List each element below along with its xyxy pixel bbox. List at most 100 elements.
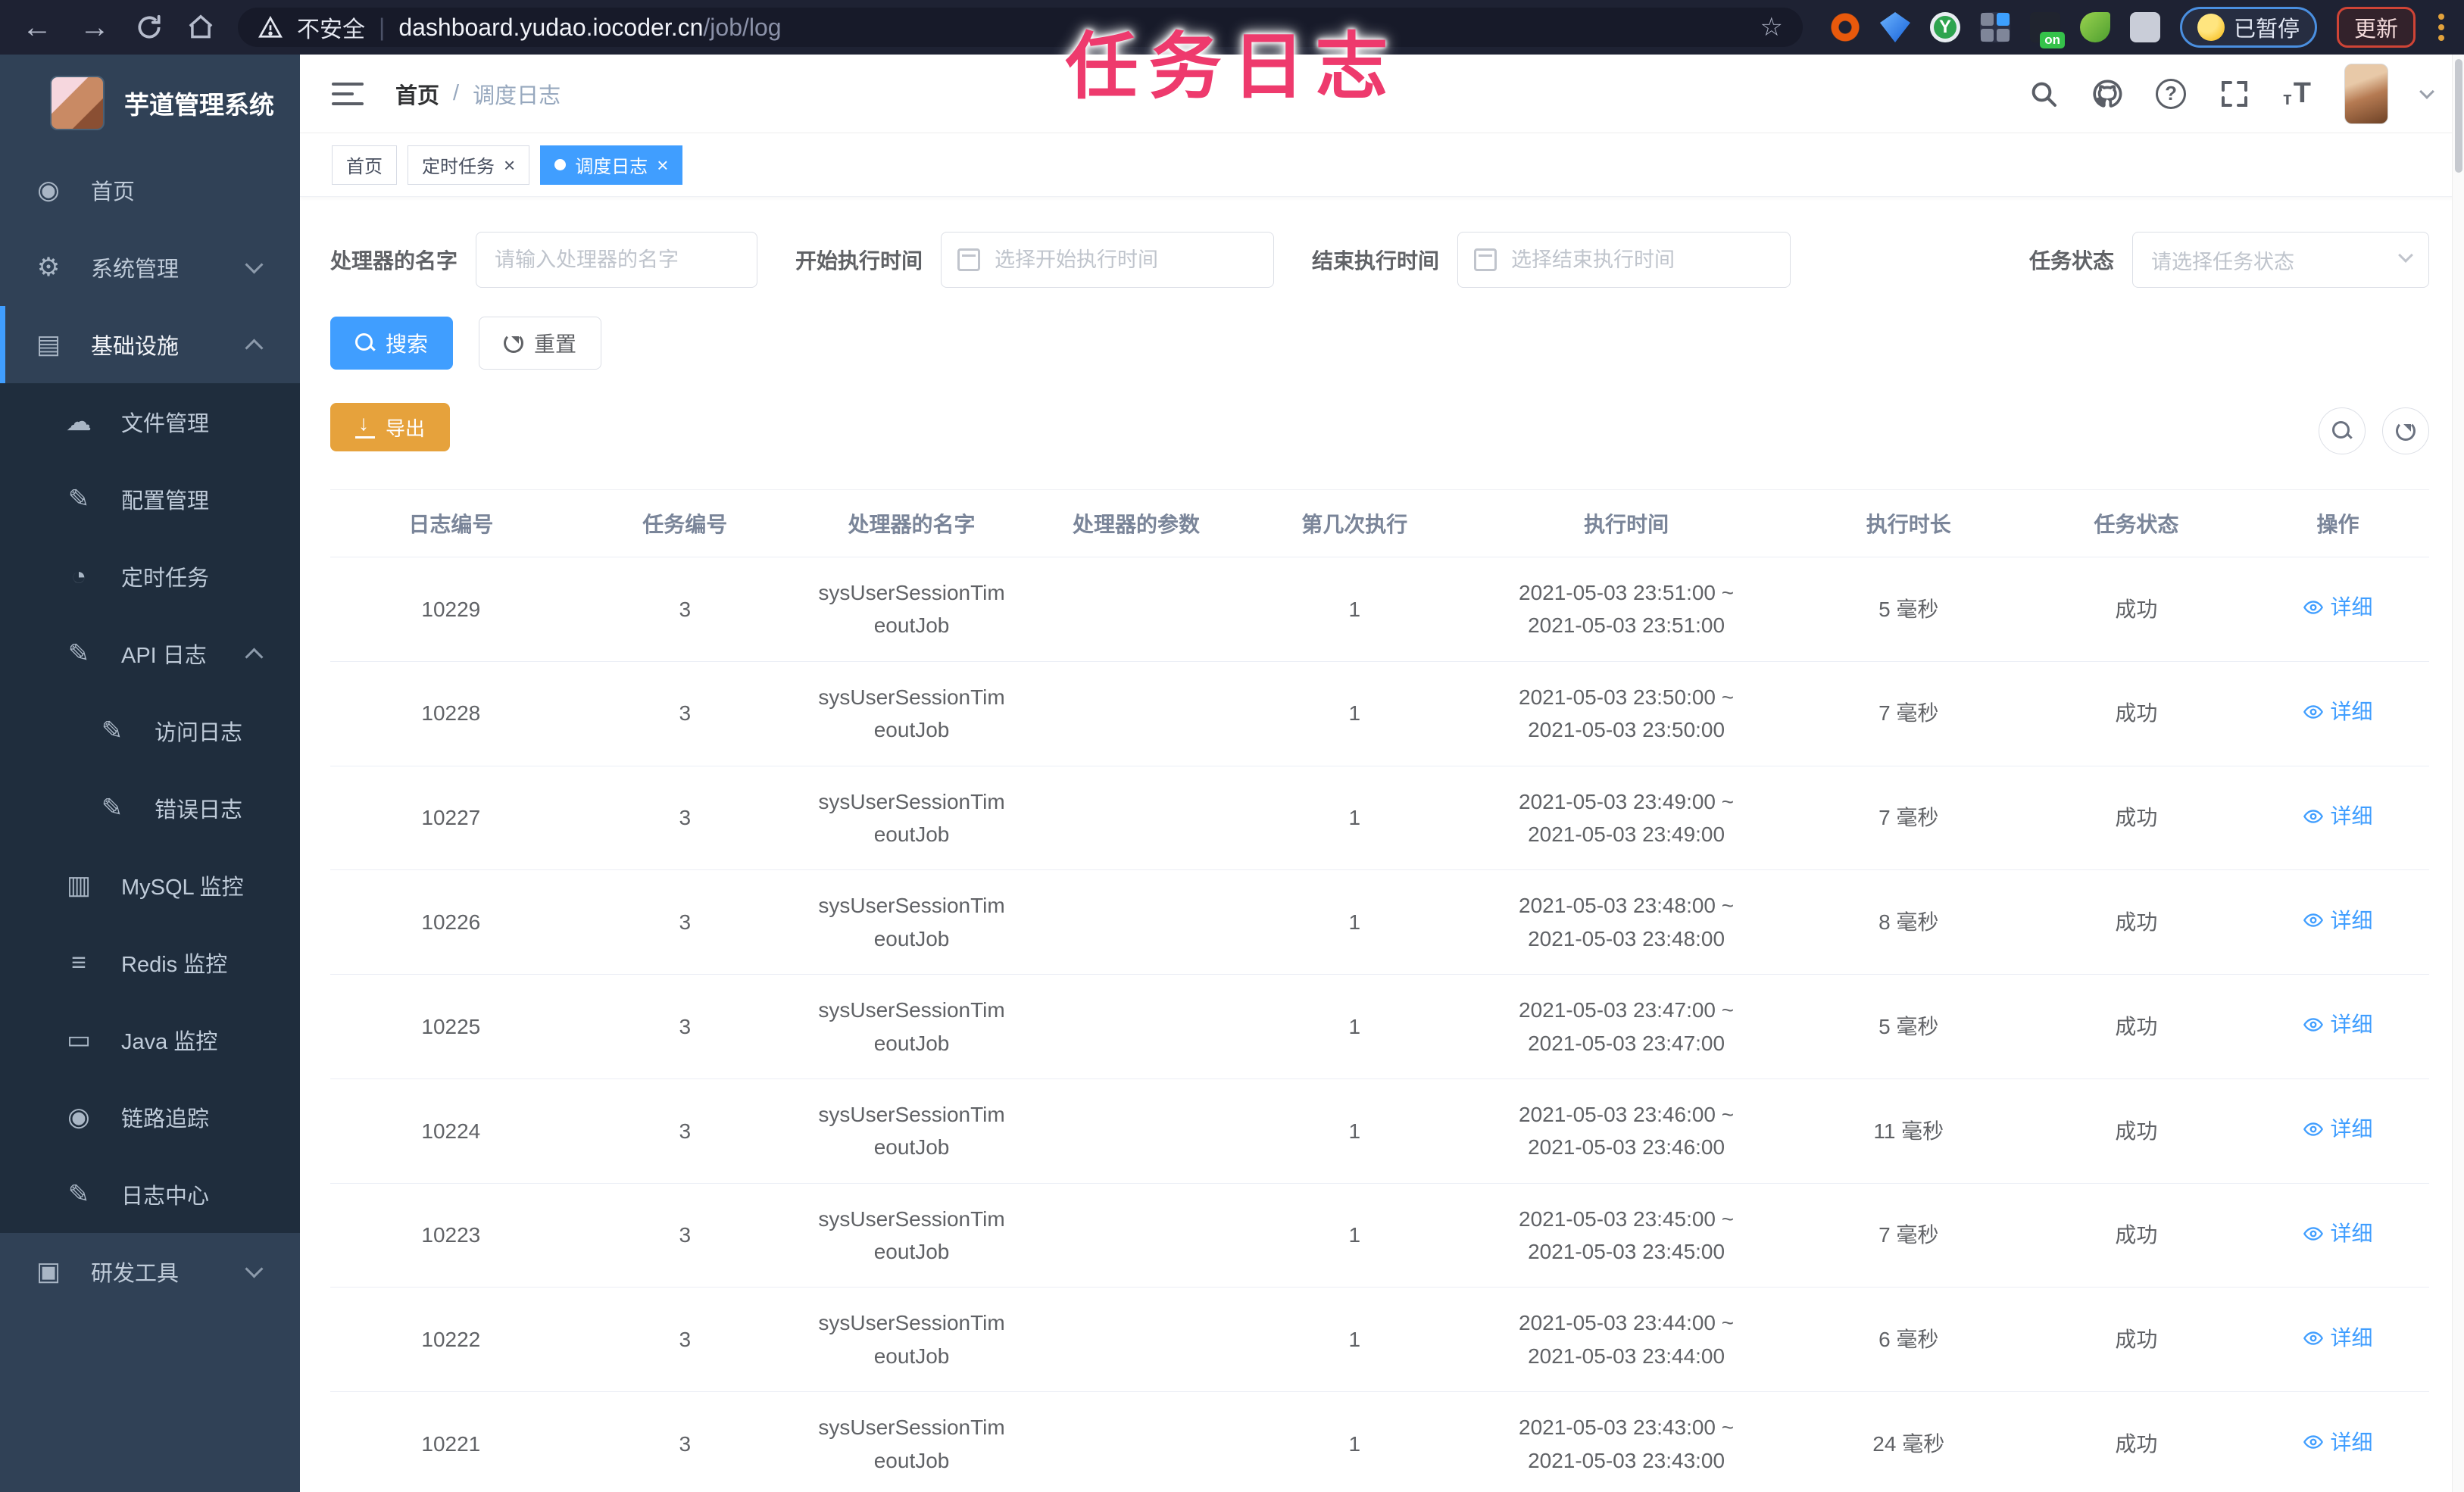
- close-icon[interactable]: ×: [504, 155, 515, 175]
- col-handler-name: 处理器的名字: [798, 489, 1026, 557]
- detail-link[interactable]: 详细: [2303, 1113, 2372, 1145]
- sidebar-item-home[interactable]: ◉ 首页: [0, 151, 300, 229]
- breadcrumb-home[interactable]: 首页: [395, 78, 439, 110]
- cell-log-id: 10223: [330, 1183, 572, 1288]
- bookmark-star-icon[interactable]: ☆: [1760, 12, 1782, 42]
- browser-back-icon[interactable]: ←: [20, 11, 55, 45]
- browser-forward-icon[interactable]: →: [77, 11, 112, 45]
- tag-home[interactable]: 首页: [332, 145, 397, 185]
- handler-name-label: 处理器的名字: [330, 249, 458, 273]
- font-size-icon[interactable]: тT: [2283, 77, 2311, 110]
- browser-reload-icon[interactable]: [135, 13, 164, 42]
- handler-line1: sysUserSessionTim: [818, 998, 1005, 1022]
- browser-update-button[interactable]: 更新: [2336, 7, 2416, 48]
- scrollbar-thumb[interactable]: [2455, 59, 2462, 173]
- sidebar-item-access-logs[interactable]: ✎ 访问日志: [0, 692, 300, 769]
- detail-link[interactable]: 详细: [2303, 695, 2372, 728]
- extension-gem-icon[interactable]: [1879, 12, 1910, 42]
- detail-link[interactable]: 详细: [2303, 800, 2372, 832]
- task-status-select[interactable]: 请选择任务状态: [2132, 232, 2429, 288]
- time-start: 2021-05-03 23:44:00 ~: [1519, 1311, 1735, 1335]
- cell-actions: 详细: [2246, 1183, 2429, 1288]
- time-end: 2021-05-03 23:51:00: [1528, 613, 1725, 638]
- cell-handler-name: sysUserSessionTim eoutJob: [798, 1391, 1026, 1492]
- refresh-table-button[interactable]: [2382, 407, 2429, 454]
- url-text[interactable]: dashboard.yudao.iocoder.cn/job/log: [398, 14, 781, 42]
- search-button[interactable]: 搜索: [330, 317, 454, 370]
- app-logo-row[interactable]: 芋道管理系统: [0, 55, 300, 151]
- cell-task-status: 成功: [2025, 661, 2247, 766]
- sidebar-item-config-management[interactable]: ✎ 配置管理: [0, 460, 300, 538]
- on-badge: on: [2040, 32, 2065, 48]
- handler-name-input[interactable]: [476, 232, 758, 288]
- start-time-input[interactable]: [941, 232, 1275, 288]
- page-scrollbar[interactable]: [2452, 55, 2464, 1492]
- browser-home-icon[interactable]: [186, 13, 215, 42]
- address-bar[interactable]: 不安全 | dashboard.yudao.iocoder.cn/job/log…: [238, 8, 1803, 47]
- toolbox-icon: ▣: [36, 1257, 61, 1286]
- col-log-id: 日志编号: [330, 489, 572, 557]
- user-avatar[interactable]: [2344, 63, 2388, 124]
- sidebar-item-api-logs[interactable]: ✎ API 日志: [0, 615, 300, 692]
- filter-end-time: 结束执行时间: [1312, 232, 1791, 288]
- extension-green-icon[interactable]: Y: [1929, 12, 1960, 42]
- end-time-input[interactable]: [1457, 232, 1791, 288]
- extension-switch-icon[interactable]: on: [2029, 12, 2065, 48]
- log-icon: ✎: [67, 639, 90, 668]
- toggle-search-button[interactable]: [2319, 407, 2366, 454]
- sidebar-item-system-management[interactable]: ⚙ 系统管理: [0, 229, 300, 306]
- cell-task-id: 3: [571, 1391, 798, 1492]
- detail-link[interactable]: 详细: [2303, 591, 2372, 623]
- emoji-avatar-icon: [2197, 14, 2225, 41]
- detail-link[interactable]: 详细: [2303, 1217, 2372, 1250]
- sidebar-item-mysql-monitor[interactable]: ▥ MySQL 监控: [0, 847, 300, 924]
- sidebar-item-error-logs[interactable]: ✎ 错误日志: [0, 769, 300, 847]
- extension-grid-icon[interactable]: [1979, 12, 2010, 42]
- sidebar-item-scheduled-tasks[interactable]: ◔ 定时任务: [0, 538, 300, 615]
- detail-link[interactable]: 详细: [2303, 1322, 2372, 1354]
- sidebar-item-file-management[interactable]: ☁ 文件管理: [0, 383, 300, 460]
- cell-execution-time: 2021-05-03 23:49:00 ~ 2021-05-03 23:49:00: [1461, 766, 1791, 871]
- time-start: 2021-05-03 23:48:00 ~: [1519, 894, 1735, 918]
- stack-icon: ≡: [71, 947, 86, 977]
- cell-task-id: 3: [571, 869, 798, 975]
- avatar-caret-icon[interactable]: [2419, 83, 2434, 99]
- cell-handler-name: sysUserSessionTim eoutJob: [798, 974, 1026, 1079]
- extension-leaf-icon[interactable]: [2079, 12, 2110, 42]
- extension-row: Y on 已暂停 更新: [1829, 7, 2444, 48]
- url-host: dashboard.yudao.iocoder.cn: [398, 13, 704, 41]
- fullscreen-icon[interactable]: [2219, 79, 2250, 109]
- reset-button[interactable]: 重置: [479, 317, 602, 370]
- sidebar-item-infrastructure[interactable]: ▤ 基础设施: [0, 306, 300, 383]
- search-icon[interactable]: [2028, 79, 2059, 109]
- col-execution-time: 执行时间: [1461, 489, 1791, 557]
- detail-link[interactable]: 详细: [2303, 1426, 2372, 1459]
- sidebar-item-log-center[interactable]: ✎ 日志中心: [0, 1156, 300, 1233]
- detail-link[interactable]: 详细: [2303, 1008, 2372, 1041]
- tag-job-log-active[interactable]: 调度日志 ×: [540, 145, 683, 185]
- log-icon: ✎: [101, 716, 123, 745]
- help-icon[interactable]: ?: [2156, 78, 2187, 109]
- sidebar-item-dev-tools[interactable]: ▣ 研发工具: [0, 1233, 300, 1310]
- close-icon[interactable]: ×: [657, 155, 668, 175]
- export-button[interactable]: 导出: [330, 403, 451, 451]
- cell-task-id: 3: [571, 1183, 798, 1288]
- cell-actions: 详细: [2246, 557, 2429, 662]
- cell-handler-param: [1025, 1183, 1248, 1288]
- eye-icon: [2303, 1122, 2324, 1136]
- time-start: 2021-05-03 23:45:00 ~: [1519, 1206, 1735, 1231]
- cell-task-id: 3: [571, 766, 798, 871]
- github-icon[interactable]: [2092, 79, 2122, 109]
- sidebar-item-trace[interactable]: ◉ 链路追踪: [0, 1078, 300, 1156]
- tag-scheduled-tasks[interactable]: 定时任务 ×: [408, 145, 530, 185]
- detail-link[interactable]: 详细: [2303, 904, 2372, 937]
- paused-extension-pill[interactable]: 已暂停: [2179, 7, 2317, 48]
- sidebar-item-redis-monitor[interactable]: ≡ Redis 监控: [0, 924, 300, 1001]
- browser-menu-icon[interactable]: [2438, 14, 2444, 41]
- time-end: 2021-05-03 23:49:00: [1528, 822, 1725, 846]
- extension-orange-icon[interactable]: [1829, 12, 1860, 42]
- hamburger-icon[interactable]: [332, 82, 364, 105]
- insecure-warning-icon[interactable]: [258, 16, 283, 39]
- sidebar-item-java-monitor[interactable]: ▭ Java 监控: [0, 1001, 300, 1078]
- extensions-puzzle-icon[interactable]: [2129, 12, 2160, 42]
